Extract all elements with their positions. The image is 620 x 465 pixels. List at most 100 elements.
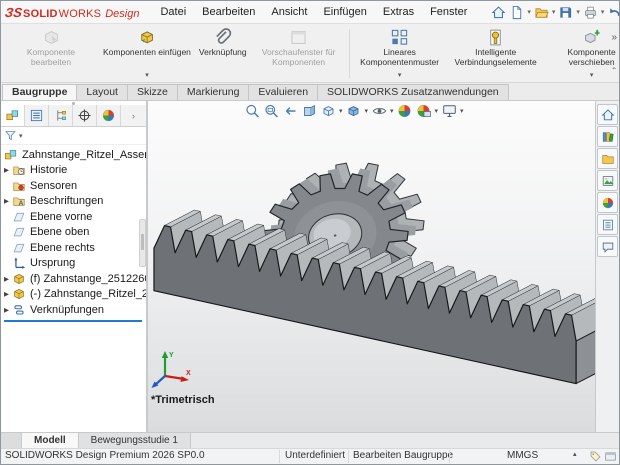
tree-item-historie[interactable]: ▶Historie [1, 163, 146, 179]
expand-arrow-icon[interactable]: ▶ [1, 197, 12, 205]
print-dropdown-icon[interactable]: ▾ [601, 8, 605, 16]
save-dropdown-icon[interactable]: ▾ [576, 8, 580, 16]
undo-button[interactable] [606, 4, 620, 21]
tree-item-ursprung[interactable]: Ursprung [1, 256, 146, 272]
apply-scene-dropdown-icon[interactable]: ▾ [435, 107, 439, 115]
save-button[interactable] [557, 4, 574, 21]
graphics-area[interactable]: ▾▾▾▾▾ *Trimetrisch Y X [148, 101, 595, 432]
tab-skizze[interactable]: Skizze [127, 84, 178, 100]
tree-item-label: Ebene oben [30, 226, 89, 238]
display-style-dropdown-icon[interactable]: ▾ [365, 107, 369, 115]
ribbon-button-komponente-verschieben[interactable]: Komponente verschieben▾ [544, 25, 619, 82]
status-panel-icon[interactable] [604, 450, 617, 463]
menu-fenster[interactable]: Fenster [423, 4, 474, 20]
tree-item-ebene-rechts[interactable]: Ebene rechts [1, 240, 146, 256]
tree-item-zahnstange-ritzel-25122601-1[interactable]: ▶(-) Zahnstange_Ritzel_25122601<1 [1, 287, 146, 303]
taskpane-custom-properties-button[interactable] [597, 214, 618, 235]
tab-bar-corner[interactable] [1, 433, 22, 448]
ribbon-button-komponenten-einfügen[interactable]: Komponenten einfügen▾ [99, 25, 195, 82]
dropdown-arrow-icon[interactable]: ▾ [145, 71, 149, 82]
zoom-area-button[interactable] [262, 102, 280, 120]
tab-bewegungsstudie-1[interactable]: Bewegungsstudie 1 [79, 433, 191, 448]
panel-tabs-more-button[interactable]: › [121, 105, 146, 126]
units-label[interactable]: MMGS [507, 450, 538, 461]
display-style-button[interactable] [345, 102, 363, 120]
filter-icon[interactable] [4, 129, 17, 142]
taskpane-design-library-button[interactable] [597, 126, 618, 147]
hide-show-items-dropdown-icon[interactable]: ▾ [390, 107, 394, 115]
dropdown-arrow-icon[interactable]: ▾ [590, 71, 594, 82]
panel-tab-propertymanager[interactable] [25, 105, 49, 126]
taskpane-view-palette-button[interactable] [597, 170, 618, 191]
tree-item-root[interactable]: Zahnstange_Ritzel_Assembly_2512260 [1, 147, 146, 163]
panel-tab-displaymanager[interactable] [97, 105, 121, 126]
tab-modell[interactable]: Modell [22, 433, 79, 448]
triad-x-label: X [186, 370, 191, 377]
status-bar: SOLIDWORKS Design Premium 2026 SP0.0 Unt… [1, 448, 619, 464]
tab-evaluieren[interactable]: Evaluieren [248, 84, 318, 100]
tree-item-sensoren[interactable]: Sensoren [1, 178, 146, 194]
rack-and-pinion-model[interactable] [148, 101, 595, 432]
home-icon [491, 5, 506, 20]
panel-tab-configurationmanager[interactable] [49, 105, 73, 126]
home-button[interactable] [490, 4, 507, 21]
plane-icon [12, 225, 26, 239]
tree-root-label: Zahnstange_Ritzel_Assembly_2512260 [22, 149, 146, 161]
section-view-button[interactable] [300, 102, 318, 120]
tree-item-ebene-oben[interactable]: Ebene oben [1, 225, 146, 241]
taskpane-file-explorer-button[interactable] [597, 148, 618, 169]
print-button[interactable] [582, 4, 599, 21]
new-document-dropdown-icon[interactable]: ▾ [527, 8, 531, 16]
tab-baugruppe[interactable]: Baugruppe [2, 84, 77, 100]
previous-view-button[interactable] [281, 102, 299, 120]
quick-access-toolbar: ▾▾▾▾▾? [490, 4, 620, 21]
edit-appearance-button[interactable] [396, 102, 414, 120]
taskpane-home-button[interactable] [597, 104, 618, 125]
view-orientation-button[interactable] [319, 102, 337, 120]
view-settings-dropdown-icon[interactable]: ▾ [460, 107, 464, 115]
panel-tab-dimxpertmanager[interactable] [73, 105, 97, 126]
tree-scrollbar[interactable] [139, 219, 146, 267]
hide-show-items-button[interactable] [370, 102, 388, 120]
expand-arrow-icon[interactable]: ▶ [1, 290, 12, 298]
status-tag-icon[interactable] [589, 450, 602, 463]
ribbon-collapse-button[interactable]: ˆ [613, 67, 616, 78]
undo-icon [607, 5, 620, 20]
menu-datei[interactable]: Datei [153, 4, 193, 20]
units-dropdown-icon[interactable]: ▴ [573, 450, 577, 458]
tree-item-ebene-vorne[interactable]: Ebene vorne [1, 209, 146, 225]
expand-arrow-icon[interactable]: ▶ [1, 166, 12, 174]
dropdown-arrow-icon[interactable]: ▾ [398, 71, 402, 82]
tab-layout[interactable]: Layout [76, 84, 128, 100]
view-orientation-dropdown-icon[interactable]: ▾ [339, 107, 343, 115]
apply-scene-button[interactable] [415, 102, 433, 120]
view-settings-button[interactable] [440, 102, 458, 120]
menu-ansicht[interactable]: Ansicht [264, 4, 314, 20]
ribbon-button-intelligente-verbindungselemente[interactable]: Intelligente Verbindungselemente [448, 25, 544, 82]
ribbon-button-lineares-komponentenmuster[interactable]: Lineares Komponentenmuster▾ [352, 25, 448, 82]
taskpane-forum-button[interactable] [597, 236, 618, 257]
panel-tab-featuremanager[interactable] [1, 105, 25, 126]
appearances-icon [601, 196, 615, 210]
taskpane-appearances-button[interactable] [597, 192, 618, 213]
expand-arrow-icon[interactable]: ▶ [1, 306, 12, 314]
tab-solidworks-zusatzanwendungen[interactable]: SOLIDWORKS Zusatzanwendungen [317, 84, 509, 100]
open-dropdown-icon[interactable]: ▾ [552, 8, 556, 16]
ribbon-button-verknüpfung[interactable]: Verknüpfung [195, 25, 251, 82]
menu-extras[interactable]: Extras [376, 4, 421, 20]
tab-markierung[interactable]: Markierung [177, 84, 250, 100]
menu-einfügen[interactable]: Einfügen [316, 4, 373, 20]
tree-item-beschriftungen[interactable]: ▶ABeschriftungen [1, 194, 146, 210]
model-tab-bar: ModellBewegungsstudie 1 [1, 432, 619, 448]
rollback-bar[interactable] [4, 320, 142, 322]
open-button[interactable] [533, 4, 550, 21]
menu-bearbeiten[interactable]: Bearbeiten [195, 4, 262, 20]
filter-dropdown-icon[interactable]: ▾ [19, 132, 23, 140]
expand-arrow-icon[interactable]: ▶ [1, 275, 12, 283]
zoom-fit-button[interactable] [243, 102, 261, 120]
tree-item-verknüpfungen[interactable]: ▶Verknüpfungen [1, 302, 146, 318]
tree-item-f-zahnstange-25122601-1-sta[interactable]: ▶(f) Zahnstange_25122601<1> (Sta [1, 271, 146, 287]
custom-properties-icon [601, 218, 615, 232]
new-document-button[interactable] [508, 4, 525, 21]
ribbon-overflow-button[interactable]: » [611, 32, 617, 43]
